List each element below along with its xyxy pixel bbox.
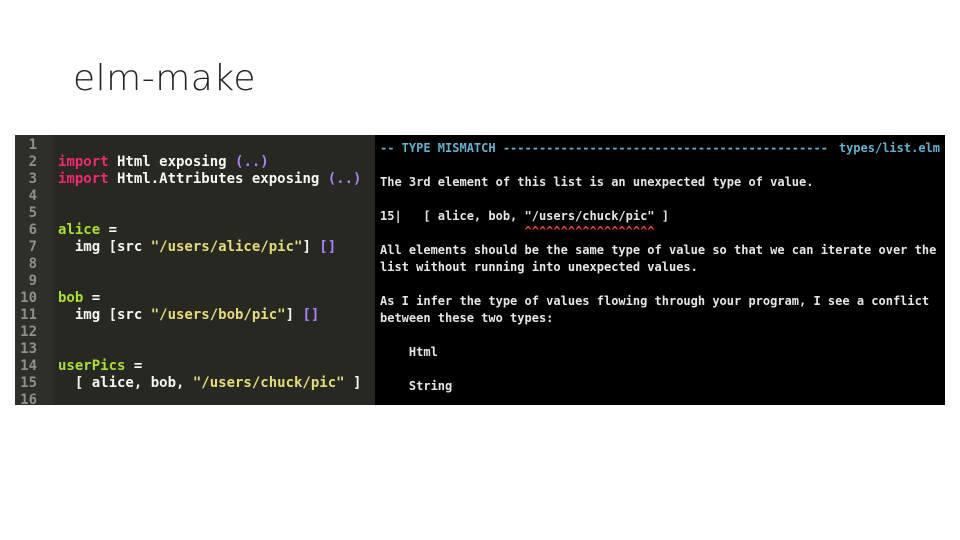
code-line: 15 [ alice, bob, "/users/chuck/pic" ]: [15, 375, 375, 392]
code-line: 16: [15, 392, 375, 405]
code-token: bob: [58, 290, 84, 306]
code-token: Html.Attributes exposing: [108, 171, 328, 187]
code-text: import Html exposing (..): [58, 154, 269, 171]
code-token: img [src: [58, 239, 151, 255]
error-description: The 3rd element of this list is an unexp…: [380, 175, 814, 189]
line-number: 4: [28, 188, 37, 204]
code-line: 6 alice =: [15, 222, 375, 239]
code-line: 14 userPics =: [15, 358, 375, 375]
line-number: 6: [28, 222, 37, 238]
code-token: (..): [327, 171, 362, 187]
code-line: 9: [15, 273, 375, 290]
code-token: =: [83, 290, 101, 306]
code-token: [ alice, bob,: [58, 375, 193, 391]
code-token: Html exposing: [108, 154, 236, 170]
code-token: []: [319, 239, 337, 255]
code-editor[interactable]: 1 2 import Html exposing (..) 3 import Html.…: [15, 135, 375, 405]
line-number: 7: [28, 239, 37, 255]
line-number: 16: [20, 392, 37, 405]
type-html: Html: [380, 345, 438, 359]
line-number: 10: [20, 290, 37, 306]
error-header: -- TYPE MISMATCH -----------------------…: [380, 140, 940, 157]
slide-title: elm-make: [73, 58, 257, 99]
code-token: "/users/bob/pic": [150, 307, 286, 323]
line-number: 13: [20, 341, 37, 357]
error-title: -- TYPE MISMATCH -----------------------…: [380, 141, 828, 155]
error-file: types/list.elm: [838, 141, 940, 155]
infer-line-2: between these two types:: [380, 311, 554, 325]
code-token: alice: [58, 222, 101, 238]
code-text: img [src "/users/bob/pic"] []: [58, 307, 319, 324]
line-number: 12: [20, 324, 37, 340]
code-line: 4: [15, 188, 375, 205]
code-line: 10 bob =: [15, 290, 375, 307]
line-number: 14: [20, 358, 37, 374]
code-token: =: [100, 222, 118, 238]
code-token: "/users/chuck/pic": [192, 375, 345, 391]
line-number: 1: [28, 137, 37, 153]
code-line: 11 img [src "/users/bob/pic"] []: [15, 307, 375, 324]
code-token: import: [58, 154, 109, 170]
line-number: 11: [20, 307, 37, 323]
explanation-line-1: All elements should be the same type of …: [380, 243, 937, 257]
code-text: [ alice, bob, "/users/chuck/pic" ]: [58, 375, 362, 392]
code-token: import: [58, 171, 109, 187]
line-number: 3: [28, 171, 37, 187]
code-text: alice =: [58, 222, 117, 239]
code-token: img [src: [58, 307, 151, 323]
code-line: 8: [15, 256, 375, 273]
code-token: ]: [302, 239, 320, 255]
compiler-output-terminal: -- TYPE MISMATCH -----------------------…: [375, 135, 945, 405]
code-line: 3 import Html.Attributes exposing (..): [15, 171, 375, 188]
code-text: userPics =: [58, 358, 142, 375]
line-number: 9: [28, 273, 37, 289]
code-token: ]: [344, 375, 362, 391]
line-number: 15: [20, 375, 37, 391]
code-line: 5: [15, 205, 375, 222]
error-carets: ^^^^^^^^^^^^^^^^^^: [380, 224, 655, 238]
code-token: (..): [235, 154, 269, 170]
code-line: 13: [15, 341, 375, 358]
code-text: import Html.Attributes exposing (..): [58, 171, 361, 188]
code-text: bob =: [58, 290, 100, 307]
code-line: 2 import Html exposing (..): [15, 154, 375, 171]
code-line: 1: [15, 137, 375, 154]
code-token: userPics: [58, 358, 126, 374]
code-token: []: [302, 307, 320, 323]
type-string: String: [380, 379, 453, 393]
explanation-line-2: list without running into unexpected val…: [380, 260, 698, 274]
code-line: 7 img [src "/users/alice/pic"] []: [15, 239, 375, 256]
code-text: img [src "/users/alice/pic"] []: [58, 239, 336, 256]
code-token: ]: [285, 307, 303, 323]
line-number: 8: [28, 256, 37, 272]
code-line: 12: [15, 324, 375, 341]
line-number: 5: [28, 205, 37, 221]
code-token: =: [125, 358, 143, 374]
line-number: 2: [28, 154, 37, 170]
code-token: "/users/alice/pic": [150, 239, 303, 255]
infer-line-1: As I infer the type of values flowing th…: [380, 294, 930, 308]
